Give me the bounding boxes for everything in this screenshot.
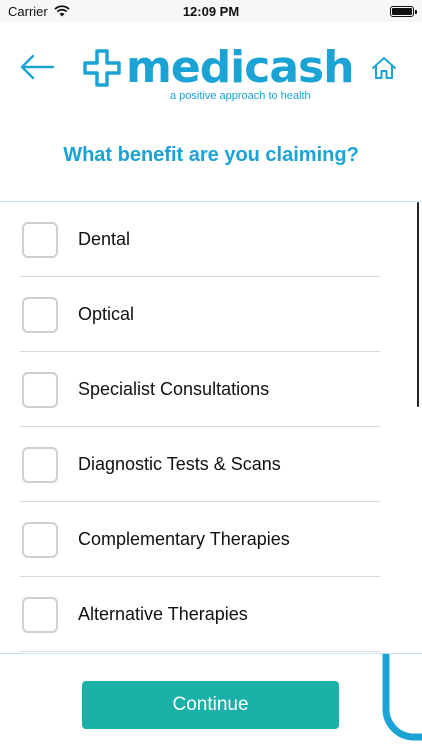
checkbox-dental[interactable]	[22, 221, 58, 258]
footer: Continue	[0, 653, 422, 750]
benefit-item-complementary-therapies[interactable]: Complementary Therapies	[0, 502, 380, 577]
logo-tagline: a positive approach to health	[170, 90, 311, 102]
benefit-label: Specialist Consultations	[78, 379, 270, 399]
benefit-item-optical[interactable]: Optical	[0, 277, 380, 352]
status-left: Carrier	[8, 4, 70, 19]
checkbox-complementary-therapies[interactable]	[22, 521, 58, 558]
arrow-left-icon	[20, 54, 55, 80]
benefit-item-specialist-consultations[interactable]: Specialist Consultations	[0, 352, 380, 427]
benefit-item-dental[interactable]: Dental	[0, 202, 380, 277]
checkbox-alternative-therapies[interactable]	[22, 596, 58, 633]
benefit-label: Complementary Therapies	[78, 529, 290, 549]
header: medicash a positive approach to health	[0, 22, 422, 117]
benefit-list: Dental Optical Specialist Consultations …	[0, 201, 422, 653]
logo-wordmark: medicash	[126, 42, 355, 93]
cross-logo-icon	[83, 49, 121, 87]
scrollbar[interactable]	[417, 202, 419, 407]
page-question: What benefit are you claiming?	[63, 144, 359, 166]
benefit-label: Dental	[78, 229, 131, 249]
back-button[interactable]	[18, 52, 56, 82]
home-button[interactable]	[370, 54, 398, 82]
checkbox-optical[interactable]	[22, 296, 58, 333]
benefit-label: Optical	[78, 304, 135, 324]
checkbox-specialist-consultations[interactable]	[22, 371, 58, 408]
battery-icon	[390, 5, 417, 17]
benefit-label: Diagnostic Tests & Scans	[78, 454, 281, 474]
decorative-swoosh	[382, 654, 422, 741]
continue-button[interactable]: Continue	[82, 681, 339, 729]
status-bar: Carrier 12:09 PM	[0, 0, 422, 22]
medicash-logo: medicash a positive approach to health	[82, 42, 355, 106]
benefit-item-alternative-therapies[interactable]: Alternative Therapies	[0, 577, 380, 652]
benefit-label: Alternative Therapies	[78, 604, 248, 624]
home-icon	[372, 57, 396, 79]
carrier-label: Carrier	[8, 3, 48, 19]
divider	[20, 651, 380, 652]
benefit-item-diagnostic-tests[interactable]: Diagnostic Tests & Scans	[0, 427, 380, 502]
checkbox-diagnostic-tests[interactable]	[22, 446, 58, 483]
wifi-icon	[54, 5, 70, 17]
